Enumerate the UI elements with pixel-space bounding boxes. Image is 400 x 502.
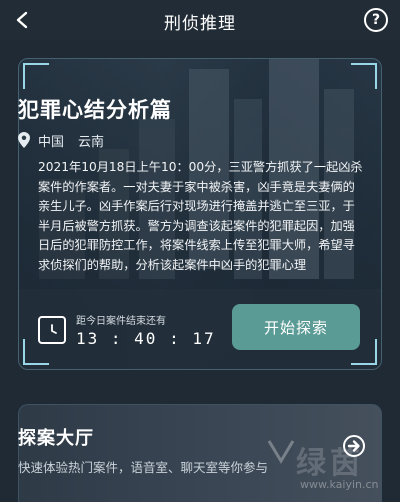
help-button[interactable]: ? xyxy=(364,8,388,32)
location-city: 云南 xyxy=(78,134,105,150)
location-pin-icon xyxy=(18,132,30,148)
timer-countdown: 13 : 40 : 17 xyxy=(76,329,216,348)
location-country: 中国 xyxy=(38,134,65,150)
explore-hall-description: 快速体验热门案件，语音室、聊天室等你参与 xyxy=(18,460,269,475)
case-description: 2021年10月18日上午10：00分，三亚警方抓获了一起凶杀案件的作案者。一对… xyxy=(38,160,363,272)
case-title: 犯罪心结分析篇 xyxy=(18,98,172,122)
timer-label: 距今日案件结束还有 xyxy=(76,316,166,327)
explore-hall-title: 探案大厅 xyxy=(18,428,94,449)
page-title: 刑侦推理 xyxy=(164,14,236,34)
top-bar: 刑侦推理 ? xyxy=(0,0,400,40)
case-location: 中国 云南 xyxy=(18,131,105,150)
clock-icon xyxy=(38,316,66,344)
arrow-right-circle-icon[interactable] xyxy=(342,434,366,458)
question-circle-icon: ? xyxy=(371,12,381,28)
watermark-url: www.kaiyin.cn xyxy=(300,478,379,491)
start-explore-button[interactable]: 开始探索 xyxy=(232,304,360,350)
case-timer: 距今日案件结束还有 13 : 40 : 17 xyxy=(38,308,216,352)
frame-corner xyxy=(351,63,377,89)
frame-corner xyxy=(23,63,49,89)
watermark-logo-icon xyxy=(267,440,295,464)
